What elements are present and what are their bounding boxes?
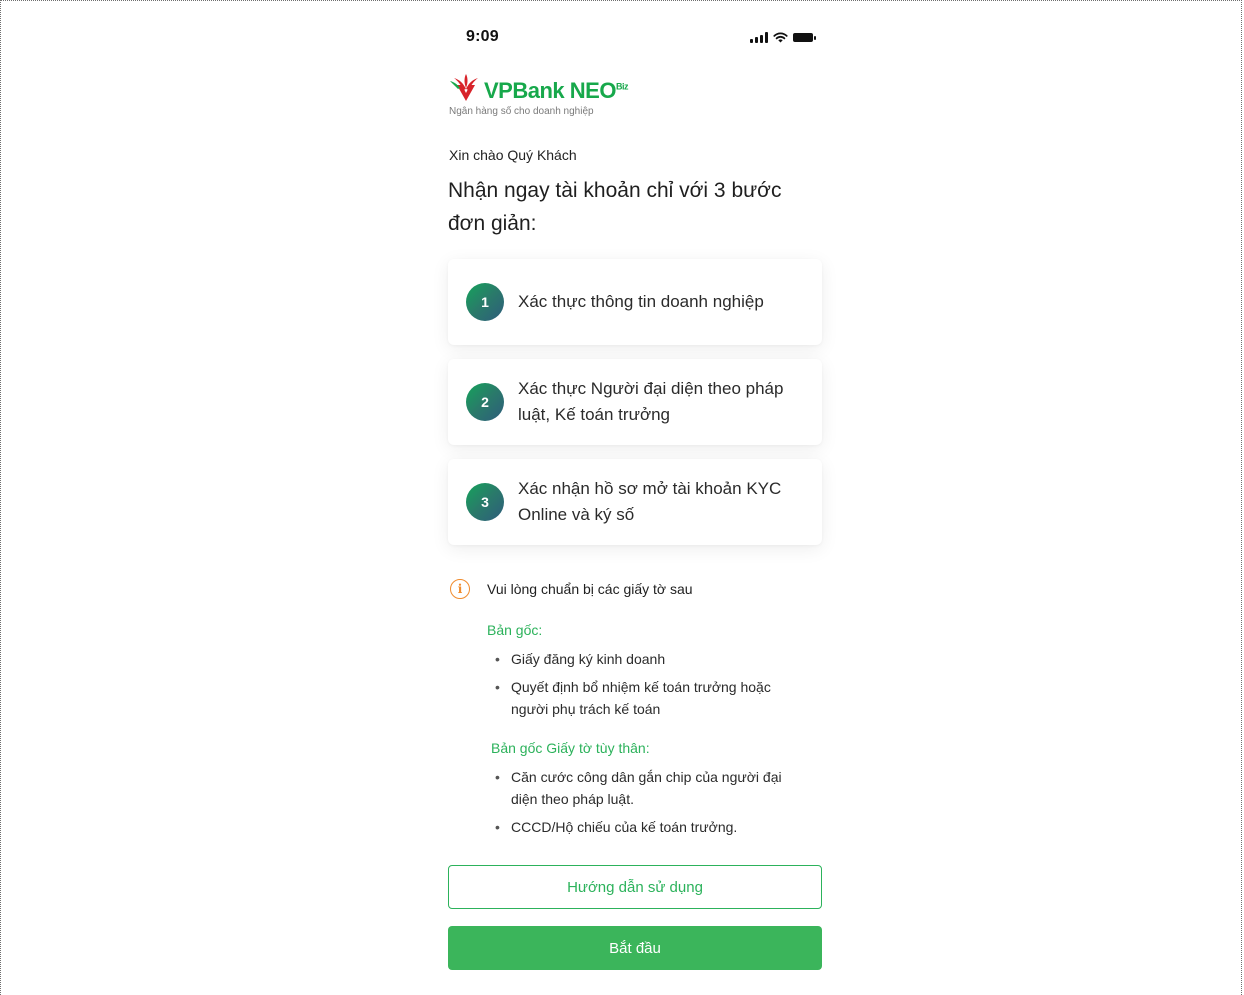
vpbank-logo-icon [450, 74, 478, 101]
step-number-badge: 3 [466, 483, 504, 521]
wifi-icon [773, 32, 788, 43]
brand-name: VPBank [484, 78, 565, 103]
step-text: Xác thực thông tin doanh nghiệp [518, 292, 764, 311]
cellular-signal-icon [750, 31, 768, 43]
brand-tagline: Ngân hàng số cho doanh nghiệp [449, 106, 594, 117]
doc-list-identity: Căn cước công dân gắn chip của người đại… [495, 766, 815, 844]
step-card-3: 3 Xác nhận hồ sơ mở tài khoản KYC Online… [448, 459, 822, 545]
doc-list-item: Căn cước công dân gắn chip của người đại… [495, 766, 811, 810]
step-card-2: 2 Xác thực Người đại diện theo pháp luật… [448, 359, 822, 445]
doc-group-heading-identity: Bản gốc Giấy tờ tùy thân: [491, 740, 650, 756]
info-icon: i [450, 579, 470, 599]
status-time: 9:09 [466, 28, 499, 45]
step-card-1: 1 Xác thực thông tin doanh nghiệp [448, 259, 822, 345]
brand-product-suffix: Biz [615, 81, 629, 92]
step-text: Xác nhận hồ sơ mở tài khoản KYC Online v… [518, 479, 782, 524]
doc-group-heading-original: Bản gốc: [487, 622, 543, 638]
page-headline: Nhận ngay tài khoản chỉ với 3 bước đơn g… [448, 179, 782, 235]
doc-list-original: Giấy đăng ký kinh doanh Quyết định bổ nh… [495, 648, 815, 726]
doc-list-item: Quyết định bổ nhiệm kế toán trưởng hoặc … [495, 676, 796, 720]
brand-wordmark: VPBank NEOBiz [484, 78, 628, 104]
start-button[interactable]: Bắt đầu [448, 926, 822, 970]
greeting-text: Xin chào Quý Khách [449, 147, 577, 163]
status-icons [750, 30, 816, 44]
brand-product: NEO [569, 78, 617, 103]
doc-list-item: Giấy đăng ký kinh doanh [495, 648, 815, 670]
documents-title: Vui lòng chuẩn bị các giấy tờ sau [487, 581, 693, 597]
battery-icon [793, 32, 816, 42]
vpbank-neo-logo: VPBank NEOBiz Ngân hàng số cho doanh ngh… [448, 72, 668, 122]
mobile-screen: 9:09 VPBank NEOBiz Ngân hàng số cho doan… [448, 0, 824, 995]
doc-list-item: CCCD/Hộ chiếu của kế toán trưởng. [495, 816, 815, 838]
step-number-badge: 2 [466, 383, 504, 421]
user-guide-button[interactable]: Hướng dẫn sử dụng [448, 865, 822, 909]
step-text: Xác thực Người đại diện theo pháp luật, … [518, 379, 784, 424]
step-number-badge: 1 [466, 283, 504, 321]
